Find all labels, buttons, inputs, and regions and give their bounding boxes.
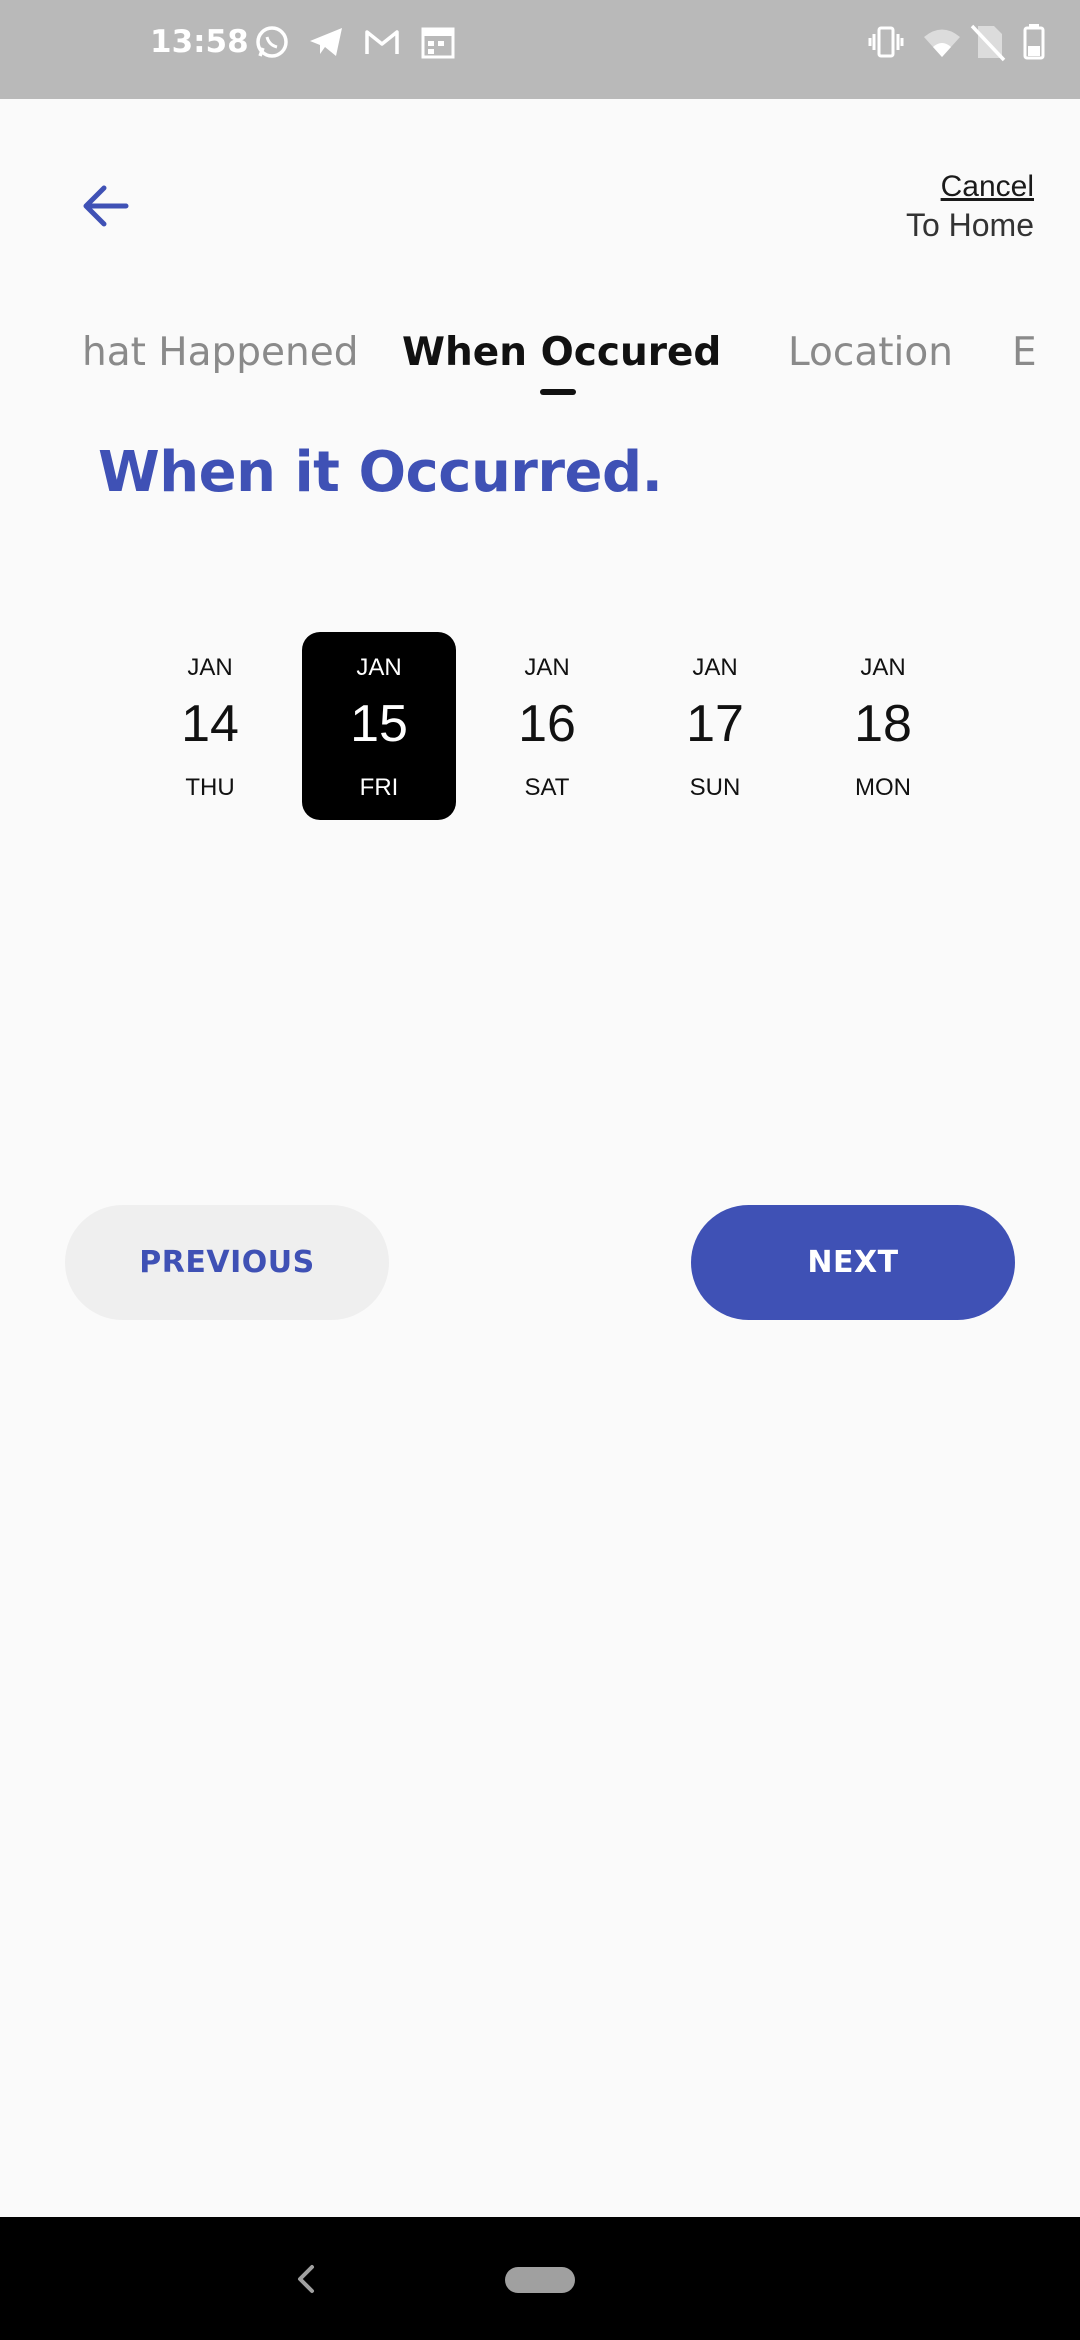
status-time: 13:58 <box>150 24 249 60</box>
cancel-to-home[interactable]: Cancel To Home <box>906 168 1034 244</box>
screen: 13:58 Cancel To Home hat Happened When O… <box>0 0 1080 2340</box>
vibrate-icon <box>866 22 906 62</box>
cancel-subtitle: To Home <box>905 207 1034 243</box>
calendar-icon <box>418 22 458 62</box>
back-button[interactable] <box>78 178 134 234</box>
date-month: JAN <box>187 654 233 681</box>
date-weekday: SUN <box>689 774 741 801</box>
no-sim-icon <box>968 22 1008 62</box>
date-day: 16 <box>518 695 576 753</box>
date-weekday: MON <box>855 774 911 801</box>
date-month: JAN <box>524 654 570 681</box>
date-day: 14 <box>181 695 239 753</box>
wifi-icon <box>922 22 962 62</box>
page-title: When it Occurred. <box>98 440 663 505</box>
nav-back-icon[interactable] <box>288 2259 322 2299</box>
tab-location[interactable]: Location <box>788 330 953 375</box>
date-option[interactable]: JAN 18 MON <box>806 632 960 820</box>
whatsapp-icon <box>252 22 292 62</box>
date-month: JAN <box>356 654 402 681</box>
date-picker: JAN 14 THU JAN 15 FRI JAN 16 SAT JAN 17 … <box>0 632 1080 822</box>
step-tabs: hat Happened When Occured Location E <box>0 322 1080 402</box>
nav-home-pill[interactable] <box>505 2267 575 2293</box>
active-tab-indicator <box>540 389 576 395</box>
date-option[interactable]: JAN 14 THU <box>133 632 287 820</box>
date-option[interactable]: JAN 17 SUN <box>638 632 792 820</box>
date-month: JAN <box>692 654 738 681</box>
date-weekday: THU <box>185 774 235 801</box>
date-day: 17 <box>686 695 744 753</box>
tab-when-occured[interactable]: When Occured <box>402 330 721 375</box>
battery-icon <box>1014 22 1054 62</box>
date-option-selected[interactable]: JAN 15 FRI <box>302 632 456 820</box>
date-option[interactable]: JAN 16 SAT <box>470 632 624 820</box>
status-bar: 13:58 <box>0 0 1080 99</box>
date-weekday: SAT <box>524 774 570 801</box>
next-button[interactable]: NEXT <box>691 1205 1015 1320</box>
tab-next-step[interactable]: E <box>1012 330 1037 375</box>
date-month: JAN <box>860 654 906 681</box>
date-weekday: FRI <box>359 774 399 801</box>
previous-button[interactable]: PREVIOUS <box>65 1205 389 1320</box>
navigation-bar <box>0 2217 1080 2340</box>
telegram-icon <box>306 22 346 62</box>
gmail-icon <box>362 22 402 62</box>
date-day: 18 <box>854 695 912 753</box>
arrow-left-icon <box>83 185 129 227</box>
date-day: 15 <box>350 695 408 753</box>
tab-what-happened[interactable]: hat Happened <box>82 330 359 375</box>
cancel-link[interactable]: Cancel <box>906 168 1034 206</box>
